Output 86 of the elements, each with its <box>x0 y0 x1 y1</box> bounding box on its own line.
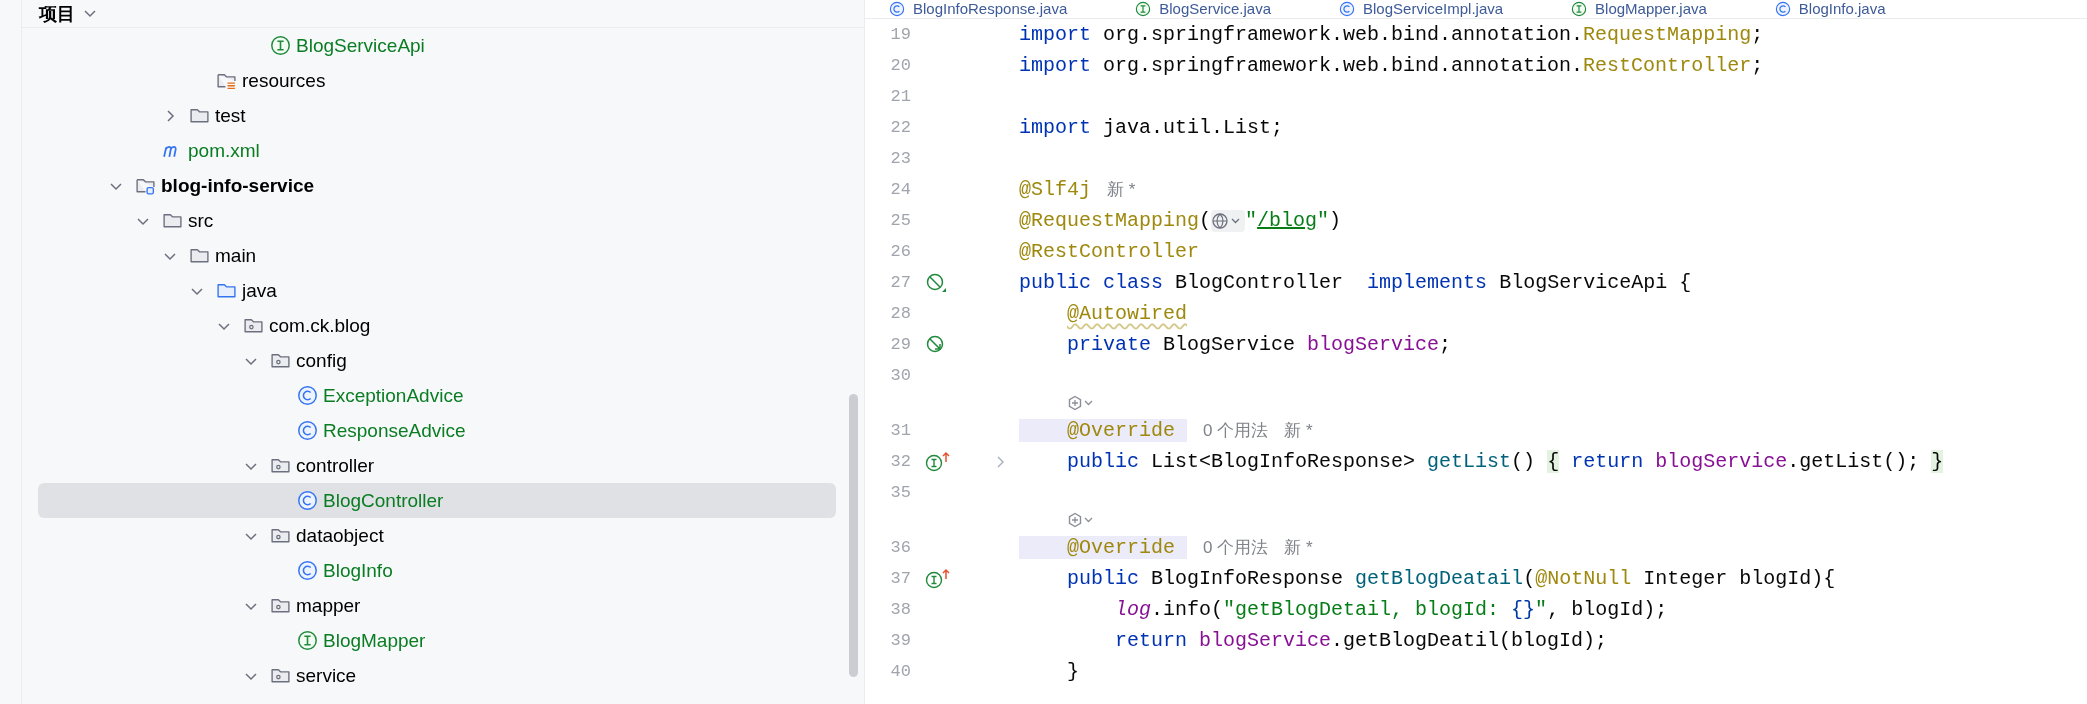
tree-item[interactable]: src <box>38 203 836 238</box>
class-icon <box>297 560 318 581</box>
line-number: 26 <box>889 242 911 261</box>
line-number: 29 <box>889 335 911 354</box>
line-number: 32 <box>889 452 911 471</box>
tree-item[interactable]: BlogInfo <box>38 553 836 588</box>
line-number: 21 <box>889 87 911 106</box>
tree-item[interactable]: blog-info-service <box>38 168 836 203</box>
code-text: import org.springframework.web.bind.annotation.RestController; <box>1019 52 1764 79</box>
line-number: 30 <box>889 366 911 385</box>
code-text: return blogService.getBlogDeatil(blogId); <box>1114 627 1608 654</box>
tree-item[interactable]: ExceptionAdvice <box>38 378 836 413</box>
tree-item[interactable]: dataobject <box>38 518 836 553</box>
code-text: public List<BlogInfoResponse> getList() { return blogService.getList(); } <box>1066 448 1944 475</box>
interface-icon <box>270 35 291 56</box>
tree-item[interactable]: main <box>38 238 836 273</box>
line-number: 35 <box>889 483 911 502</box>
interface-icon <box>1571 1 1588 17</box>
editor-tab[interactable]: BlogInfoResponse.java <box>889 0 1068 18</box>
line-number: 19 <box>889 25 911 44</box>
tree-item[interactable]: BlogMapper <box>38 623 836 658</box>
bean-icon[interactable] <box>925 271 947 294</box>
code-text: private BlogService blogService; <box>1066 331 1452 358</box>
tree-item[interactable]: java <box>38 273 836 308</box>
class-icon <box>297 490 318 511</box>
code-text: @RequestMapping( <box>1019 207 1212 234</box>
code-text: import org.springframework.web.bind.annotation.RequestMapping; <box>1019 21 1764 48</box>
scrollbar-thumb[interactable] <box>849 394 858 677</box>
line-number: 40 <box>889 662 911 681</box>
tree-item[interactable]: BlogServiceApi <box>38 28 836 63</box>
line-number: 28 <box>889 304 911 323</box>
interface-icon <box>297 630 318 651</box>
inlay-hint[interactable]: 新 * <box>1284 536 1313 559</box>
editor-tab[interactable]: BlogInfo.java <box>1774 0 1886 18</box>
implements-icon[interactable] <box>925 567 951 590</box>
editor-tab[interactable]: BlogMapper.java <box>1571 0 1707 18</box>
code-text: @Override <box>1019 534 1188 561</box>
line-number: 22 <box>889 118 911 137</box>
editor-tab[interactable]: BlogService.java <box>1135 0 1271 18</box>
tree-item[interactable]: test <box>38 98 836 133</box>
ai-actions-icon[interactable] <box>1067 395 1095 411</box>
code-text: @Autowired <box>1066 300 1188 327</box>
editor-tab[interactable]: BlogServiceImpl.java <box>1339 0 1504 18</box>
tree-item[interactable]: mapper <box>38 588 836 623</box>
tree-item[interactable]: com.ck.blog <box>38 308 836 343</box>
code-text: log.info("getBlogDetail, blogId: {}", blogId); <box>1114 596 1668 623</box>
line-number: 24 <box>889 180 911 199</box>
implements-icon[interactable] <box>925 450 951 473</box>
tree-item[interactable]: ResponseAdvice <box>38 413 836 448</box>
tree-item[interactable]: pom.xml <box>38 133 836 168</box>
class-icon <box>889 1 905 17</box>
line-number: 27 <box>889 273 911 292</box>
inlay-hint[interactable]: 新 * <box>1107 178 1136 201</box>
class-icon <box>1339 1 1355 17</box>
panel-title: 项目 <box>39 3 75 24</box>
class-icon <box>297 420 318 441</box>
line-number: 20 <box>889 56 911 75</box>
interface-icon <box>1135 1 1152 17</box>
inlay-hint[interactable]: 新 * <box>1284 419 1313 442</box>
tree-item[interactable]: resources <box>38 63 836 98</box>
code-text: @Slf4j <box>1019 176 1091 203</box>
line-number: 39 <box>889 631 911 650</box>
code-text: } <box>1066 658 1080 685</box>
tree-item[interactable]: service <box>38 658 836 693</box>
code-text: public BlogInfoResponse getBlogDeatail(@NotNull Integer blogId){ <box>1066 565 1836 592</box>
inlay-hint[interactable]: 0 个用法 <box>1203 419 1269 442</box>
line-number: 25 <box>889 211 911 230</box>
code-text: @Override <box>1019 417 1188 444</box>
tree-item[interactable]: controller <box>38 448 836 483</box>
line-number: 38 <box>889 600 911 619</box>
ai-actions-icon[interactable] <box>1067 512 1095 528</box>
line-number: 23 <box>889 149 911 168</box>
globe-icon[interactable] <box>1211 209 1246 232</box>
class-icon <box>297 385 318 406</box>
line-number: 36 <box>889 538 911 557</box>
line-number: 31 <box>889 421 911 440</box>
inlay-hint[interactable]: 0 个用法 <box>1203 536 1269 559</box>
tree-item[interactable]: config <box>38 343 836 378</box>
code-text: public class BlogController implements BlogServiceApi { <box>1019 269 1692 296</box>
code-text: import java.util.List; <box>1019 114 1284 141</box>
code-text: "/blog") <box>1245 207 1342 234</box>
tree-item[interactable]: BlogController <box>38 483 836 518</box>
caret-icon[interactable] <box>83 8 97 19</box>
line-number: 37 <box>889 569 911 588</box>
code-text: @RestController <box>1019 238 1200 265</box>
class-icon <box>1774 1 1791 17</box>
